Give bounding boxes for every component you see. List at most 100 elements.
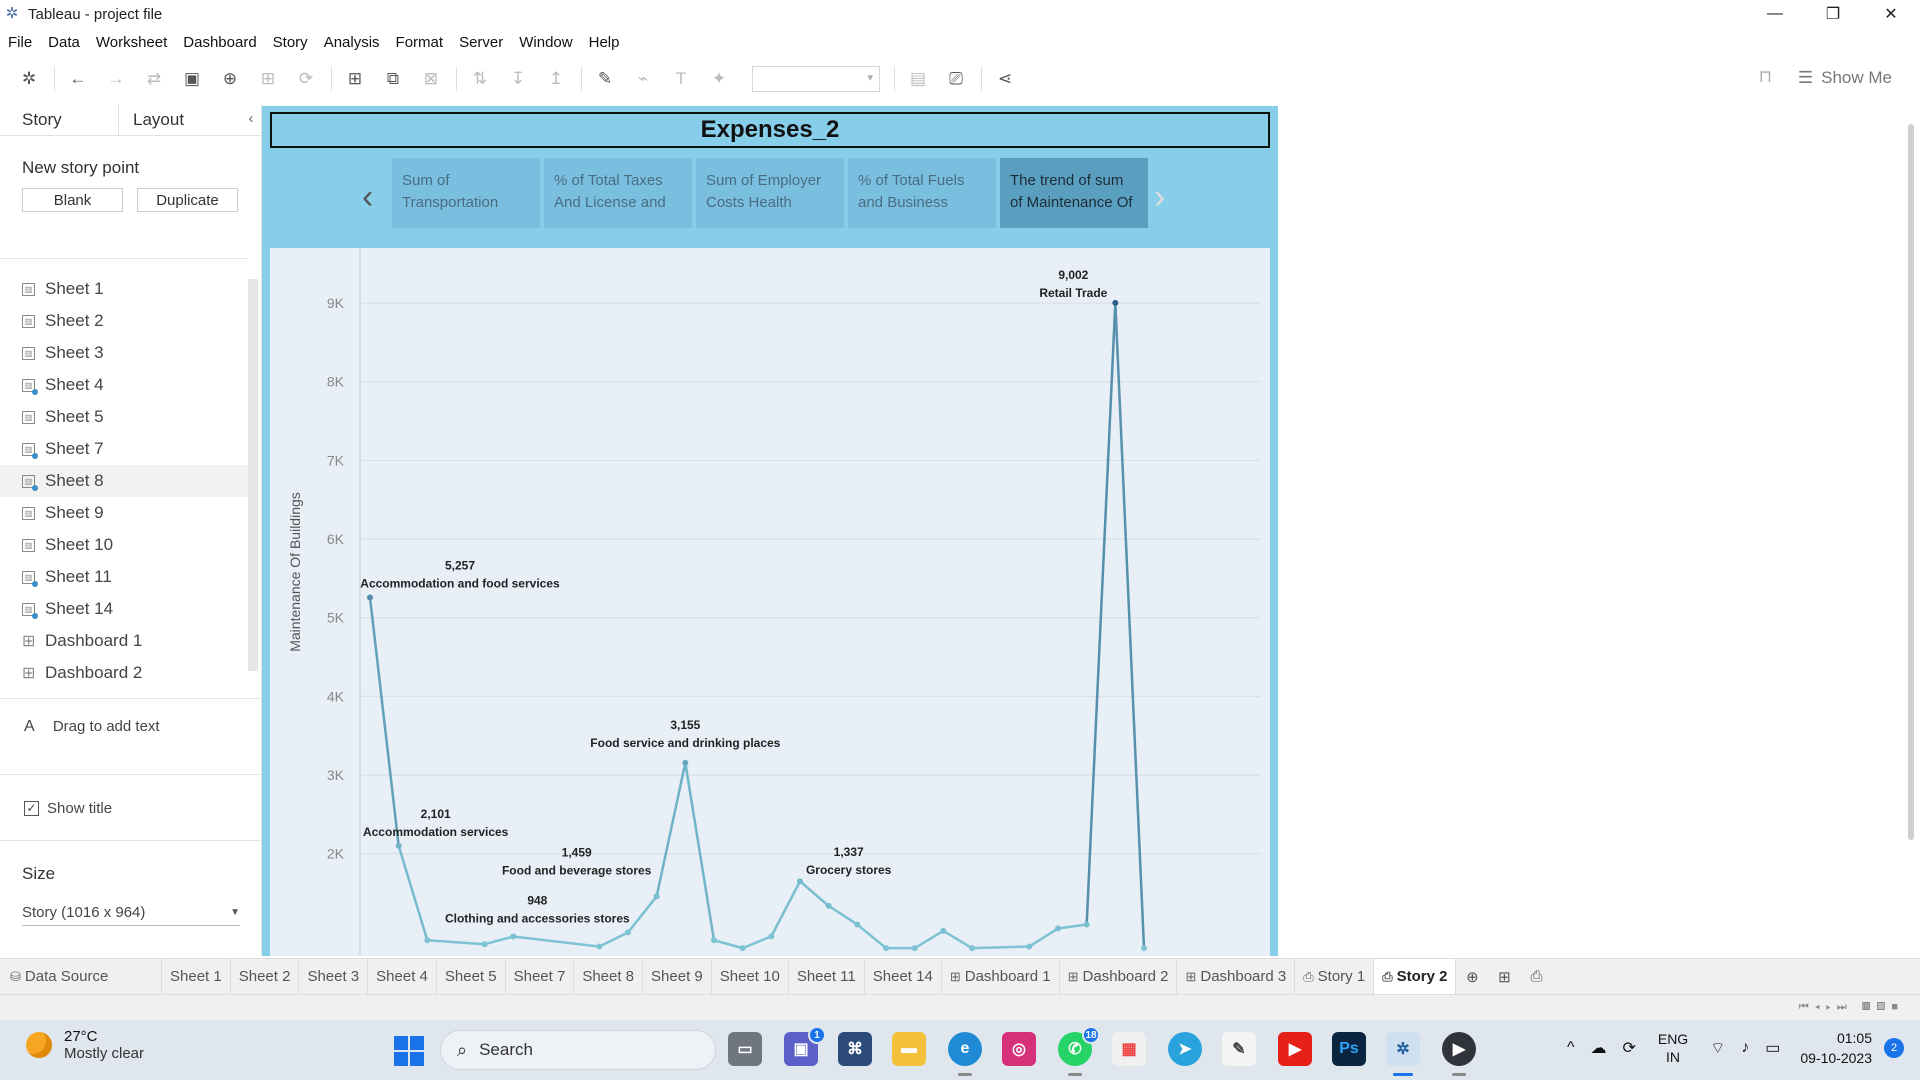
sheet-tab[interactable]: ⊞ Dashboard 1 <box>942 958 1060 995</box>
sheet-tab[interactable]: Sheet 10 <box>712 958 789 995</box>
new-worksheet-icon[interactable]: ⊕ <box>1456 959 1488 995</box>
sheet-tab[interactable]: Sheet 8 <box>574 958 644 995</box>
pause-updates-icon[interactable]: ⊞ <box>255 66 281 92</box>
menu-window[interactable]: Window <box>519 34 572 51</box>
refresh-icon[interactable]: ⟳ <box>293 66 319 92</box>
photoshop-icon[interactable]: Ps <box>1332 1032 1366 1066</box>
menu-story[interactable]: Story <box>273 34 308 51</box>
sheet-list-item[interactable]: ▥ Sheet 5 <box>0 401 248 433</box>
save-icon[interactable]: ▣ <box>179 66 205 92</box>
menu-server[interactable]: Server <box>459 34 503 51</box>
sheet-tab[interactable]: ⊞ Dashboard 3 <box>1177 958 1296 995</box>
tab-story[interactable]: Story <box>0 104 118 135</box>
data-source-tab[interactable]: ⛁ Data Source <box>0 958 162 995</box>
previous-story-point-icon[interactable]: ‹ <box>362 178 373 217</box>
minimize-button[interactable]: — <box>1746 0 1804 28</box>
clear-sheet-icon[interactable]: ⊠ <box>418 66 444 92</box>
new-dashboard-icon[interactable]: ⊞ <box>1488 959 1520 995</box>
sheet-list-scrollbar[interactable] <box>248 279 258 671</box>
sheet-list-item[interactable]: ▥ Sheet 1 <box>0 273 248 305</box>
menu-data[interactable]: Data <box>48 34 80 51</box>
microsoft-store-icon[interactable]: ▦ <box>1112 1032 1146 1066</box>
clock[interactable]: 01:05 09-10-2023 <box>1800 1028 1872 1068</box>
highlight-icon[interactable]: ✎ <box>592 66 618 92</box>
presentation-mode-icon[interactable]: ⎚ <box>943 66 969 92</box>
new-story-icon[interactable]: ⎙ <box>1520 959 1552 995</box>
menu-worksheet[interactable]: Worksheet <box>96 34 167 51</box>
vertical-scrollbar[interactable] <box>1908 124 1914 840</box>
sheet-tab[interactable]: ⊞ Dashboard 2 <box>1060 958 1178 995</box>
telegram-icon[interactable]: ➤ <box>1168 1032 1202 1066</box>
duplicate-button[interactable]: Duplicate <box>137 188 238 212</box>
volume-icon[interactable]: ♪ <box>1741 1039 1749 1057</box>
instagram-icon[interactable]: ◎ <box>1002 1032 1036 1066</box>
tableau-home-icon[interactable]: ✲ <box>16 66 42 92</box>
sheet-tab[interactable]: Sheet 4 <box>368 958 437 995</box>
sheet-list-item[interactable]: ▥ Sheet 2 <box>0 305 248 337</box>
sheet-tab[interactable]: Sheet 5 <box>437 958 506 995</box>
notepad-icon[interactable]: ✎ <box>1222 1032 1256 1066</box>
sheet-list-item[interactable]: ▥ Sheet 11 <box>0 561 248 593</box>
media-player-icon[interactable]: ▶ <box>1442 1032 1476 1076</box>
whatsapp-icon[interactable]: ✆ 18 <box>1058 1026 1100 1076</box>
sheet-navigation-controls[interactable]: ⏮◂▸⏭ ▦▤■ <box>1799 1001 1904 1014</box>
menu-file[interactable]: File <box>8 34 32 51</box>
sheet-list-item[interactable]: ▥ Sheet 7 <box>0 433 248 465</box>
undo-icon[interactable]: ← <box>65 66 91 92</box>
menu-dashboard[interactable]: Dashboard <box>183 34 256 51</box>
menu-format[interactable]: Format <box>396 34 444 51</box>
file-explorer-icon[interactable]: ▬ <box>892 1032 926 1066</box>
sheet-tab[interactable]: Sheet 7 <box>506 958 575 995</box>
story-point[interactable]: % of Total Fuels and Business <box>848 158 996 228</box>
taskbar-search[interactable]: ⌕ Search <box>440 1030 716 1070</box>
new-data-source-icon[interactable]: ⊕ <box>217 66 243 92</box>
weather-widget[interactable]: 27°C Mostly clear <box>26 1028 144 1062</box>
show-title-checkbox[interactable]: ✓ Show title <box>24 800 112 817</box>
language-indicator[interactable]: ENG IN <box>1658 1030 1688 1066</box>
show-me-button[interactable]: ☰ Show Me <box>1798 68 1892 88</box>
duplicate-sheet-icon[interactable]: ⧉ <box>380 66 406 92</box>
swap-icon[interactable]: ⇄ <box>141 66 167 92</box>
menu-help[interactable]: Help <box>589 34 620 51</box>
story-point[interactable]: % of Total Taxes And License and <box>544 158 692 228</box>
swap-rows-columns-icon[interactable]: ⇅ <box>467 66 493 92</box>
redo-icon[interactable]: → <box>103 66 129 92</box>
sort-ascending-icon[interactable]: ↧ <box>505 66 531 92</box>
tab-layout[interactable]: Layout <box>118 104 236 135</box>
sheet-list-item[interactable]: ▥ Sheet 4 <box>0 369 248 401</box>
sync-icon[interactable]: ⟳ <box>1622 1038 1635 1058</box>
size-dropdown[interactable]: Story (1016 x 964) ▼ <box>22 900 240 926</box>
story-point[interactable]: Sum of Transportation <box>392 158 540 228</box>
youtube-icon[interactable]: ▶ <box>1278 1032 1312 1066</box>
tableau-prep-icon[interactable]: ⌘ <box>838 1032 872 1066</box>
story-point[interactable]: Sum of Employer Costs Health <box>696 158 844 228</box>
next-story-point-icon[interactable]: › <box>1154 178 1165 217</box>
close-button[interactable]: ✕ <box>1862 0 1920 28</box>
sheet-tab[interactable]: Sheet 2 <box>231 958 300 995</box>
battery-icon[interactable]: ▭ <box>1765 1038 1780 1058</box>
sheet-tab[interactable]: Sheet 1 <box>162 958 231 995</box>
sheet-list-item[interactable]: ▥ Sheet 14 <box>0 593 248 625</box>
story-point-active[interactable]: The trend of sum of Maintenance Of <box>1000 158 1148 228</box>
task-view-icon[interactable]: ▭ <box>728 1032 762 1066</box>
sheet-tab[interactable]: Sheet 14 <box>865 958 942 995</box>
collapse-panel-icon[interactable]: ‹ <box>241 104 261 135</box>
sheet-list-item[interactable]: ▥ Sheet 3 <box>0 337 248 369</box>
edge-icon[interactable]: e <box>948 1032 982 1076</box>
fix-axes-icon[interactable]: ✦ <box>706 66 732 92</box>
start-button[interactable] <box>394 1036 424 1066</box>
sheet-tab[interactable]: Sheet 3 <box>299 958 369 995</box>
onedrive-icon[interactable]: ☁ <box>1590 1038 1606 1058</box>
sheet-list-item[interactable]: ▥ Sheet 10 <box>0 529 248 561</box>
drag-to-add-text[interactable]: A Drag to add text <box>24 718 160 736</box>
fit-dropdown[interactable] <box>752 66 880 92</box>
notification-badge[interactable]: 2 <box>1884 1038 1904 1058</box>
group-members-icon[interactable]: ⌁ <box>630 66 656 92</box>
sheet-list-item[interactable]: ⊞ Dashboard 2 <box>0 657 248 689</box>
restore-button[interactable]: ❐ <box>1804 0 1862 28</box>
sheet-list-item[interactable]: ▥ Sheet 9 <box>0 497 248 529</box>
show-mark-labels-icon[interactable]: T <box>668 66 694 92</box>
tableau-taskbar-icon[interactable]: ✲ <box>1386 1032 1420 1076</box>
sheet-tab[interactable]: Sheet 11 <box>789 958 865 995</box>
sheet-tab[interactable]: Sheet 9 <box>643 958 712 995</box>
